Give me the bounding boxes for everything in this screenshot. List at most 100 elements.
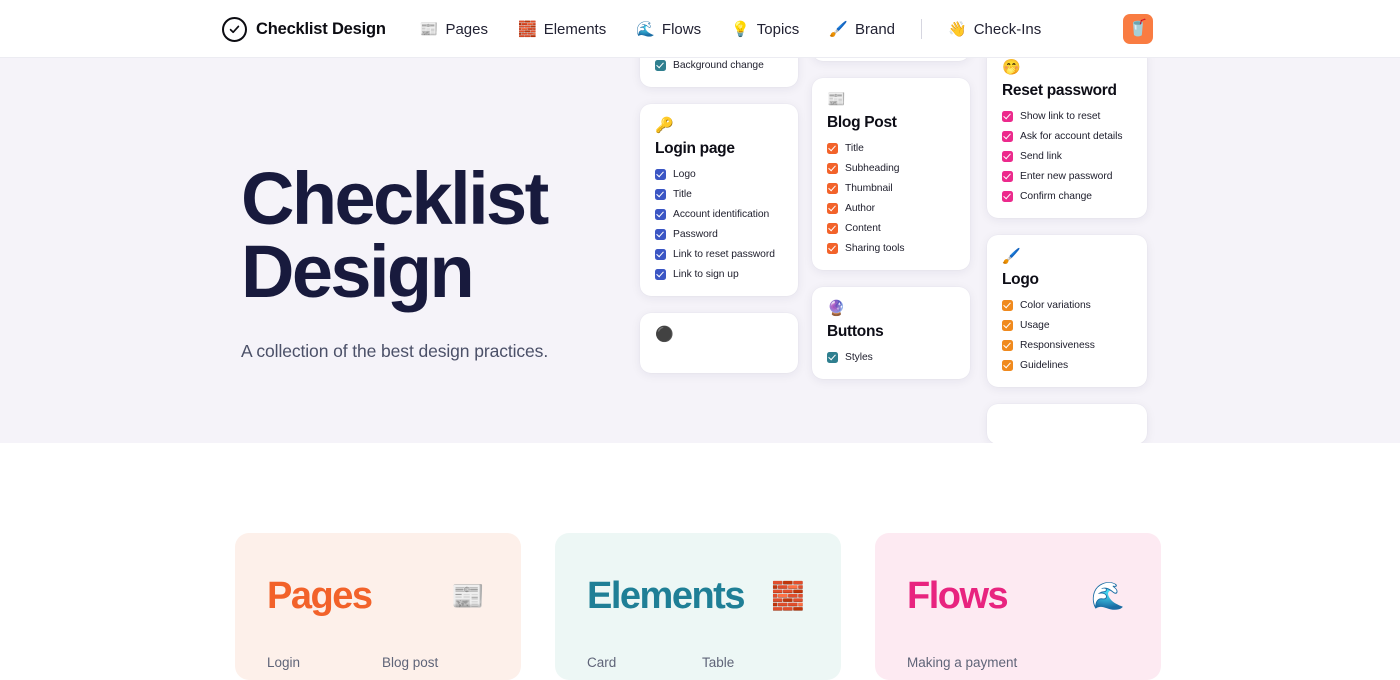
face-with-hand-over-mouth-icon: 🤭 [1002, 59, 1021, 76]
checklist-item[interactable]: Sharing tools [827, 243, 955, 254]
checkbox-icon[interactable] [827, 203, 838, 214]
checkbox-icon[interactable] [655, 209, 666, 220]
checkbox-icon[interactable] [655, 169, 666, 180]
category-item-making-a-payment[interactable]: Making a payment [907, 655, 1017, 670]
category-card-elements[interactable]: Elements 🧱 Card Table [555, 533, 841, 680]
nav-link-flows[interactable]: 🌊 Flows [636, 17, 701, 42]
checklist-item[interactable]: Ask for account details [1002, 131, 1132, 142]
checkbox-icon[interactable] [1002, 340, 1013, 351]
category-card-pages[interactable]: Pages 📰 Login Blog post [235, 533, 521, 680]
checkbox-icon[interactable] [827, 163, 838, 174]
checklist-item[interactable]: Color variations [1002, 300, 1132, 311]
checklist-card[interactable]: ⚫ [640, 313, 798, 373]
checklist-card-login-page[interactable]: 🔑 Login page Logo Title Account identifi… [640, 104, 798, 296]
checkbox-icon[interactable] [827, 352, 838, 363]
checklist-item[interactable]: Styles [827, 352, 955, 363]
nav-link-elements[interactable]: 🧱 Elements [518, 17, 606, 42]
category-item-card[interactable]: Card [587, 655, 702, 670]
checklist-item[interactable]: Thumbnail [827, 183, 955, 194]
checkbox-icon[interactable] [1002, 320, 1013, 331]
category-items: Login Blog post [267, 655, 497, 670]
rolled-newspaper-icon: 📰 [827, 91, 846, 108]
nav-link-topics[interactable]: 💡 Topics [731, 17, 799, 42]
checklist-item[interactable]: Show link to reset [1002, 111, 1132, 122]
checkbox-icon[interactable] [827, 183, 838, 194]
buy-me-a-coffee-button[interactable]: 🥤 [1123, 14, 1153, 44]
checklist-item[interactable]: Title [827, 143, 955, 154]
checklist-item-label: Enter new password [1020, 171, 1113, 182]
checklist-card-reset-password[interactable]: 🤭 Reset password Show link to reset Ask … [987, 58, 1147, 218]
nav-link-label: Flows [661, 20, 702, 38]
wave-icon: 🌊 [636, 20, 655, 38]
category-item-blog-post[interactable]: Blog post [382, 655, 497, 670]
checklist-card-blog-post[interactable]: 📰 Blog Post Title Subheading Thumbnail A… [812, 78, 970, 270]
card-title: Blog Post [827, 114, 897, 131]
checklist-item-label: Subheading [845, 163, 900, 174]
nav-link-brand[interactable]: 🖌️ Brand [829, 17, 895, 42]
category-items: Making a payment [907, 655, 1017, 670]
category-card-flows[interactable]: Flows 🌊 Making a payment [875, 533, 1161, 680]
checklist-item[interactable]: Send link [1002, 151, 1132, 162]
checkbox-icon[interactable] [1002, 171, 1013, 182]
checklist-item[interactable]: Usage [1002, 320, 1132, 331]
checklist-item[interactable]: Logo [655, 169, 783, 180]
checklist-card[interactable]: Button/s Close action Responsiveness Bac… [640, 58, 798, 87]
checklist-item[interactable]: Enter new password [1002, 171, 1132, 182]
checkbox-icon[interactable] [1002, 131, 1013, 142]
checkbox-icon[interactable] [655, 249, 666, 260]
checkbox-icon[interactable] [827, 243, 838, 254]
checklist-item-label: Responsiveness [1020, 340, 1095, 351]
nav-link-label: Check-Ins [973, 20, 1042, 38]
checklist-item[interactable]: Title [655, 189, 783, 200]
checklist-item[interactable]: Confirm change [1002, 191, 1132, 202]
nav-link-pages[interactable]: 📰 Pages [420, 17, 488, 42]
checklist-card-buttons[interactable]: 🔮 Buttons Styles [812, 287, 970, 379]
checklist-item-label: Usage [1020, 320, 1050, 331]
key-icon: 🔑 [655, 117, 674, 134]
category-item-table[interactable]: Table [702, 655, 817, 670]
checklist-item-label: Sharing tools [845, 243, 905, 254]
checklist-item-label: Link to sign up [673, 269, 739, 280]
nav-link-check-ins[interactable]: 👋 Check-Ins [948, 17, 1041, 42]
checklist-item[interactable]: Link to reset password [655, 249, 783, 260]
checkbox-icon[interactable] [1002, 191, 1013, 202]
checklist-item[interactable]: Account identification [655, 209, 783, 220]
nav-link-label: Topics [756, 20, 800, 38]
checkbox-icon[interactable] [827, 143, 838, 154]
checklist-item[interactable]: Background change [655, 60, 783, 71]
category-item-login[interactable]: Login [267, 655, 382, 670]
checkbox-icon[interactable] [655, 60, 666, 71]
checklist-item[interactable]: Author [827, 203, 955, 214]
checklist-item-label: Guidelines [1020, 360, 1069, 371]
checkbox-icon[interactable] [1002, 111, 1013, 122]
checkbox-icon[interactable] [655, 269, 666, 280]
card-title: Logo [1002, 271, 1039, 288]
waving-hand-icon: 👋 [948, 20, 967, 38]
checklist-item[interactable]: Subheading [827, 163, 955, 174]
category-title: Elements [587, 575, 745, 617]
checklist-card[interactable] [987, 404, 1147, 443]
checklist-item-label: Background change [673, 60, 764, 71]
checklist-item-label: Show link to reset [1020, 111, 1101, 122]
checklist-card[interactable]: Link to reset password Link to sign up [812, 58, 970, 61]
checklist-card-logo[interactable]: 🖌️ Logo Color variations Usage Responsiv… [987, 235, 1147, 387]
category-title: Pages [267, 575, 373, 617]
checklist-card-collage: Button/s Close action Responsiveness Bac… [0, 58, 1400, 443]
checkbox-icon[interactable] [655, 229, 666, 240]
checklist-item[interactable]: Password [655, 229, 783, 240]
checkbox-icon[interactable] [655, 189, 666, 200]
brand-logo[interactable]: Checklist Design [222, 16, 386, 42]
checklist-item[interactable]: Responsiveness [1002, 340, 1132, 351]
category-title: Flows [907, 575, 1009, 617]
checklist-item[interactable]: Link to sign up [655, 269, 783, 280]
checkbox-icon[interactable] [1002, 300, 1013, 311]
category-header: Elements 🧱 [587, 577, 811, 615]
checklist-item[interactable]: Content [827, 223, 955, 234]
checkbox-icon[interactable] [827, 223, 838, 234]
checkbox-icon[interactable] [1002, 151, 1013, 162]
nav-link-label: Pages [445, 20, 488, 38]
checklist-item[interactable]: Guidelines [1002, 360, 1132, 371]
checkbox-icon[interactable] [1002, 360, 1013, 371]
category-header: Pages 📰 [267, 577, 491, 615]
crystal-ball-icon: 🔮 [827, 300, 846, 317]
